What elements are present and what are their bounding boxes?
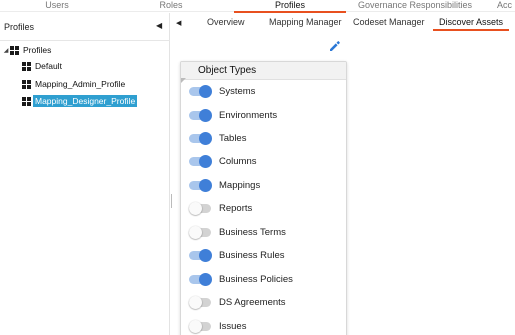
toggle-knob: [199, 131, 212, 145]
tables-toggle[interactable]: [189, 131, 212, 145]
tab-profiles[interactable]: Profiles: [234, 0, 346, 13]
object-type-columns: Columns: [189, 154, 257, 168]
profile-icon: [22, 61, 31, 71]
tree-node-label: Profiles: [23, 45, 52, 55]
object-type-label: Systems: [219, 85, 256, 97]
profile-group-icon: [10, 45, 19, 55]
systems-toggle[interactable]: [189, 84, 212, 98]
object-type-label: Tables: [219, 132, 247, 144]
tab-governance-responsibilities[interactable]: Governance Responsibilities: [355, 0, 475, 12]
tree-node-label: Default: [35, 61, 62, 71]
business-terms-toggle[interactable]: [189, 225, 211, 239]
tree-node-mapping-designer-profile[interactable]: Mapping_Designer_Profile: [22, 94, 138, 108]
object-type-label: Reports: [219, 202, 253, 214]
toggle-knob: [199, 178, 212, 192]
toggle-knob: [199, 108, 212, 122]
top-tab-bar: Users Roles Profiles Governance Responsi…: [0, 0, 515, 13]
object-type-label: Environments: [219, 109, 278, 121]
object-type-label: Columns: [219, 155, 257, 167]
profile-icon: [22, 79, 31, 89]
object-type-reports: Reports: [189, 201, 252, 215]
tree-node-default[interactable]: Default: [22, 59, 64, 73]
expand-triangle-icon[interactable]: ◢: [2, 47, 10, 54]
tab-accounts[interactable]: Acc: [497, 0, 515, 12]
columns-toggle[interactable]: [189, 154, 212, 168]
object-type-label: DS Agreements: [219, 296, 286, 308]
object-type-mappings: Mappings: [189, 178, 260, 192]
profiles-tree-pane: Profiles ◀ ◢ Profiles Default Mapping_Ad…: [0, 13, 170, 335]
profiles-pane-header: Profiles ◀: [0, 13, 170, 41]
tab-codeset-manager[interactable]: Codeset Manager: [353, 17, 425, 27]
object-type-label: Business Rules: [219, 249, 285, 261]
panel-corner-marker: [181, 78, 186, 83]
tree-node-mapping-admin-profile[interactable]: Mapping_Admin_Profile: [22, 77, 127, 91]
object-type-issues: Issues: [189, 319, 246, 333]
mappings-toggle[interactable]: [189, 178, 212, 192]
tab-mapping-manager[interactable]: Mapping Manager: [269, 17, 342, 27]
profiles-pane-title: Profiles: [4, 22, 35, 32]
object-type-label: Issues: [219, 320, 247, 332]
profile-icon: [22, 96, 31, 106]
chevron-left-icon[interactable]: ◀: [156, 21, 162, 30]
object-type-environments: Environments: [189, 108, 277, 122]
toggle-knob: [199, 272, 212, 286]
toggle-knob: [199, 248, 212, 262]
reports-toggle[interactable]: [189, 201, 211, 215]
object-type-label: Mappings: [219, 179, 261, 191]
profile-details-pane: ◀ Overview Mapping Manager Codeset Manag…: [172, 13, 515, 335]
profile-sub-tab-bar: ◀ Overview Mapping Manager Codeset Manag…: [172, 13, 515, 31]
issues-toggle[interactable]: [189, 319, 211, 333]
tab-discover-assets[interactable]: Discover Assets: [432, 17, 510, 31]
toggle-knob: [189, 295, 202, 309]
object-types-header: Object Types: [181, 62, 346, 80]
toggle-knob: [189, 225, 202, 239]
toggle-knob: [199, 84, 212, 98]
object-type-ds-agreements: DS Agreements: [189, 295, 286, 309]
object-type-label: Business Policies: [219, 273, 293, 285]
object-type-systems: Systems: [189, 84, 255, 98]
ds-agreements-toggle[interactable]: [189, 295, 211, 309]
chevron-left-icon[interactable]: ◀: [176, 19, 181, 27]
pencil-icon[interactable]: [329, 39, 341, 51]
business-rules-toggle[interactable]: [189, 248, 212, 262]
toggle-knob: [189, 319, 202, 333]
object-type-business-terms: Business Terms: [189, 225, 286, 239]
business-policies-toggle[interactable]: [189, 272, 212, 286]
object-type-business-policies: Business Policies: [189, 272, 293, 286]
toggle-knob: [199, 154, 212, 168]
object-type-tables: Tables: [189, 131, 246, 145]
environments-toggle[interactable]: [189, 108, 212, 122]
tab-overview[interactable]: Overview: [207, 17, 245, 27]
object-type-business-rules: Business Rules: [189, 248, 284, 262]
tree-node-label: Mapping_Admin_Profile: [35, 79, 126, 89]
tab-users[interactable]: Users: [45, 0, 69, 12]
tree-node-label: Mapping_Designer_Profile: [33, 95, 138, 107]
object-types-title: Object Types: [198, 65, 257, 76]
toggle-knob: [189, 201, 202, 215]
tab-roles[interactable]: Roles: [159, 0, 183, 12]
object-types-panel: Object Types Systems Environments Tables…: [180, 61, 347, 335]
object-type-label: Business Terms: [219, 226, 286, 238]
tree-node-profiles-root[interactable]: ◢ Profiles: [2, 43, 53, 57]
